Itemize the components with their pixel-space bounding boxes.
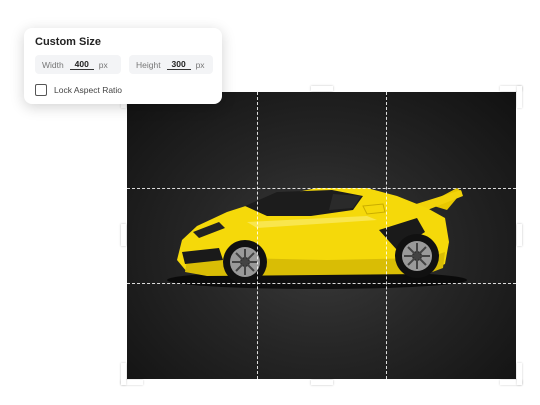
grid-line-vertical xyxy=(257,92,258,379)
crop-handle-bottom-right[interactable] xyxy=(500,363,522,385)
crop-handle-right[interactable] xyxy=(517,224,522,246)
lock-aspect-ratio-checkbox[interactable] xyxy=(35,84,47,96)
crop-handle-top[interactable] xyxy=(311,86,333,91)
lock-aspect-ratio-label: Lock Aspect Ratio xyxy=(54,85,123,95)
sports-car-image xyxy=(167,188,467,289)
width-unit: px xyxy=(98,59,108,70)
image-canvas xyxy=(127,92,516,379)
height-input[interactable]: 300 xyxy=(166,59,191,70)
grid-line-vertical xyxy=(386,92,387,379)
panel-title: Custom Size xyxy=(35,36,102,48)
lock-aspect-ratio-row[interactable]: Lock Aspect Ratio xyxy=(35,84,122,96)
crop-handle-bottom[interactable] xyxy=(311,380,333,385)
width-input[interactable]: 400 xyxy=(69,59,94,70)
crop-handle-top-right[interactable] xyxy=(500,86,522,108)
width-field[interactable]: Width 400 px xyxy=(35,55,121,74)
grid-line-horizontal xyxy=(127,283,516,284)
crop-handle-bottom-left[interactable] xyxy=(121,363,143,385)
custom-size-panel: Custom Size Width 400 px Height 300 px L… xyxy=(24,28,222,104)
crop-handle-left[interactable] xyxy=(121,224,126,246)
height-unit: px xyxy=(195,59,205,70)
crop-stage[interactable] xyxy=(121,86,522,385)
height-field[interactable]: Height 300 px xyxy=(129,55,213,74)
grid-line-horizontal xyxy=(127,188,516,189)
height-label: Height xyxy=(136,59,161,70)
width-label: Width xyxy=(42,59,64,70)
